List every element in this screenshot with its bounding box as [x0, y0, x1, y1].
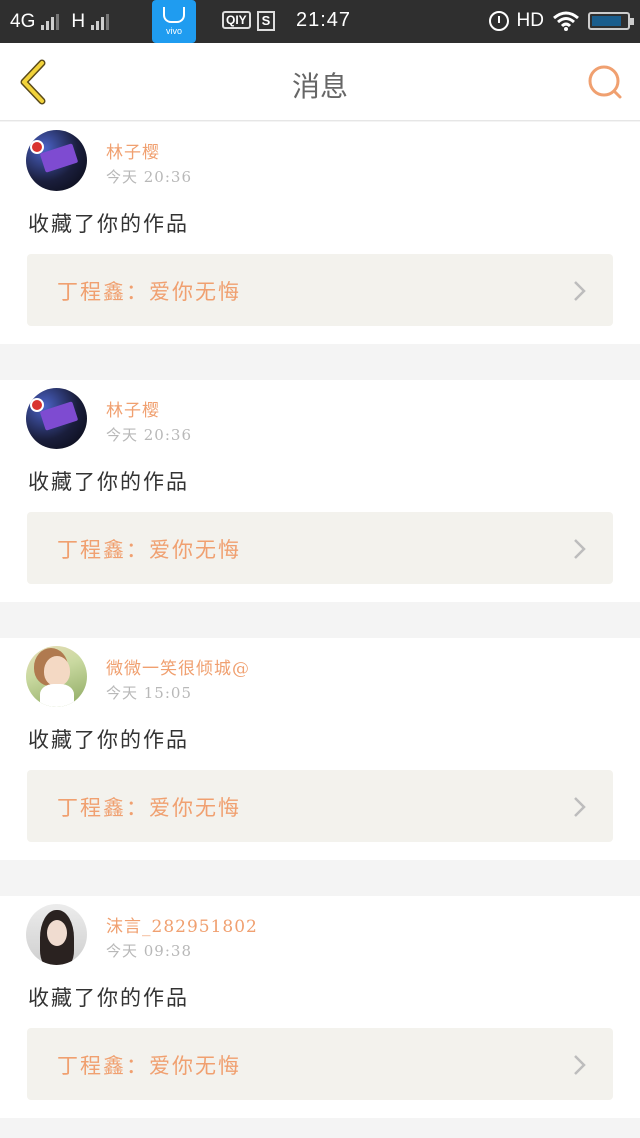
- network-h-label: H: [71, 11, 86, 32]
- work-link[interactable]: 丁程鑫：爱你无悔: [27, 254, 613, 326]
- signal-icon: [41, 14, 60, 30]
- work-title: 丁程鑫：爱你无悔: [57, 796, 241, 820]
- message-time: 今天 09:38: [106, 942, 192, 960]
- message-time: 今天 15:05: [106, 684, 192, 702]
- s-app-icon: S: [257, 11, 275, 31]
- page-title: 消息: [291, 70, 348, 103]
- message-action: 收藏了你的作品: [28, 212, 189, 236]
- chevron-right-icon: [574, 539, 586, 559]
- message-card: 沫言_282951802 今天 09:38 收藏了你的作品 丁程鑫：爱你无悔: [0, 896, 640, 1118]
- status-right-group: HD: [488, 10, 634, 32]
- avatar[interactable]: [26, 646, 87, 707]
- message-card: 林子樱 今天 20:36 收藏了你的作品 丁程鑫：爱你无悔: [0, 380, 640, 602]
- battery-icon: [588, 12, 634, 30]
- work-title: 丁程鑫：爱你无悔: [57, 538, 241, 562]
- hd-label: HD: [516, 10, 544, 31]
- chevron-right-icon: [574, 1055, 586, 1075]
- network-4g-label: 4G: [10, 11, 36, 32]
- avatar[interactable]: [26, 130, 87, 191]
- sender-name[interactable]: 微微一笑很倾城@: [106, 654, 250, 679]
- message-action: 收藏了你的作品: [28, 728, 189, 752]
- work-title: 丁程鑫：爱你无悔: [57, 280, 241, 304]
- sender-name[interactable]: 林子樱: [106, 396, 160, 421]
- work-link[interactable]: 丁程鑫：爱你无悔: [27, 512, 613, 584]
- search-icon[interactable]: [586, 63, 624, 101]
- sender-name[interactable]: 林子樱: [106, 138, 160, 163]
- message-action: 收藏了你的作品: [28, 986, 189, 1010]
- message-list: 林子樱 今天 20:36 收藏了你的作品 丁程鑫：爱你无悔 林子樱 今天 20:…: [0, 122, 640, 1138]
- vivo-store-icon: vivo: [152, 0, 196, 43]
- status-clock: 21:47: [296, 9, 352, 31]
- work-title: 丁程鑫：爱你无悔: [57, 1054, 241, 1078]
- signal-icon-2: [91, 14, 110, 30]
- signal-group: 4G H: [10, 11, 110, 33]
- alarm-icon: [488, 11, 509, 31]
- avatar[interactable]: [26, 388, 87, 449]
- wifi-icon: [553, 11, 579, 31]
- message-time: 今天 20:36: [106, 426, 192, 444]
- vivo-label: vivo: [165, 26, 182, 36]
- message-card: 微微一笑很倾城@ 今天 15:05 收藏了你的作品 丁程鑫：爱你无悔: [0, 638, 640, 860]
- status-bar: 4G H vivo QIY S 21:47 HD: [0, 0, 640, 43]
- work-link[interactable]: 丁程鑫：爱你无悔: [27, 1028, 613, 1100]
- work-link[interactable]: 丁程鑫：爱你无悔: [27, 770, 613, 842]
- message-action: 收藏了你的作品: [28, 470, 189, 494]
- chevron-right-icon: [574, 797, 586, 817]
- avatar[interactable]: [26, 904, 87, 965]
- iqiyi-icon: QIY: [222, 11, 251, 29]
- chevron-right-icon: [574, 281, 586, 301]
- app-header: 消息: [0, 43, 640, 121]
- message-time: 今天 20:36: [106, 168, 192, 186]
- sender-name[interactable]: 沫言_282951802: [106, 912, 258, 937]
- message-card: 林子樱 今天 20:36 收藏了你的作品 丁程鑫：爱你无悔: [0, 122, 640, 344]
